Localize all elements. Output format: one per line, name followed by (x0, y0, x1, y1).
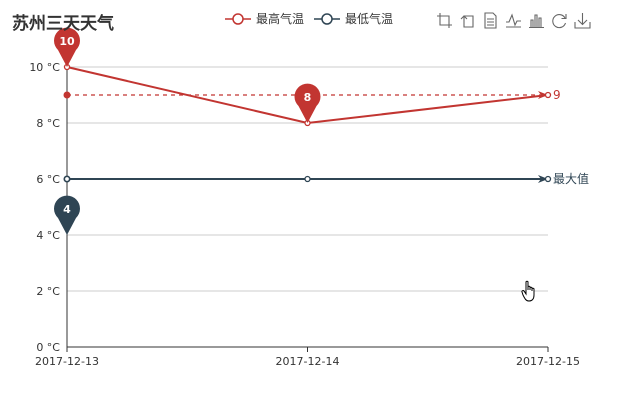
zoom-reset-icon (460, 15, 474, 28)
mark-point-label: 8 (304, 91, 312, 104)
chart-container: 0 °C 2 °C 4 °C 6 °C 8 °C 10 °C 2017-12-13 2017-… (0, 0, 617, 406)
x-tick-label: 2017-12-14 (276, 355, 340, 368)
toolbox (436, 12, 591, 29)
line-chart-button[interactable] (505, 12, 522, 29)
y-tick-label: 6 °C (36, 173, 60, 186)
legend-label: 最高气温 (256, 12, 305, 26)
restore-icon (552, 14, 567, 29)
data-zoom-icon (437, 13, 452, 28)
y-tick-label: 4 °C (36, 229, 60, 242)
y-tick-label: 8 °C (36, 117, 60, 130)
x-tick-label: 2017-12-13 (35, 355, 99, 368)
mark-point-label: 10 (59, 35, 75, 48)
data-zoom-button[interactable] (436, 12, 453, 29)
mark-line-label: 最大值 (553, 171, 589, 186)
mark-line-label: 9 (553, 88, 561, 102)
bar-chart-icon (529, 14, 544, 28)
save-image-button[interactable] (574, 12, 591, 29)
y-tick-label: 2 °C (36, 285, 60, 298)
save-image-icon (574, 13, 591, 29)
mark-point-label: 4 (63, 203, 71, 216)
legend-line-marker-icon (225, 12, 251, 25)
mark-line-start (63, 91, 71, 99)
y-tick-label: 10 °C (29, 61, 60, 74)
legend-item-max-temp[interactable]: 最高气温 (225, 10, 304, 27)
bar-chart-button[interactable] (528, 12, 545, 29)
y-tick-label: 0 °C (36, 341, 60, 354)
chart-canvas: 0 °C 2 °C 4 °C 6 °C 8 °C 10 °C 2017-12-13 2017-… (29, 27, 589, 368)
data-point (544, 91, 552, 99)
data-point (63, 175, 71, 183)
data-view-button[interactable] (482, 12, 499, 29)
zoom-reset-button[interactable] (459, 12, 476, 29)
data-point (304, 175, 311, 183)
legend-line-marker-icon (314, 12, 341, 25)
legend-item-min-temp[interactable]: 最低气温 (314, 10, 393, 27)
x-tick-label: 2017-12-15 (516, 355, 580, 368)
data-point (544, 175, 552, 183)
chart-title: 苏州三天天气 (12, 14, 114, 34)
line-chart-icon (506, 13, 521, 28)
hand-cursor-icon (521, 280, 535, 302)
data-view-icon (484, 12, 497, 29)
legend: 最高气温 最低气温 (225, 10, 393, 27)
legend-label: 最低气温 (345, 12, 394, 26)
restore-button[interactable] (551, 12, 568, 29)
